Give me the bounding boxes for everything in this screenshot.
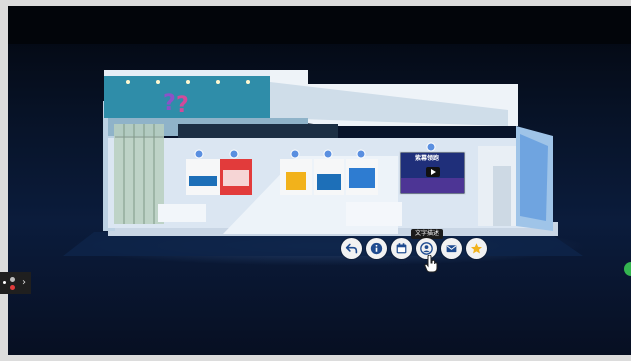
back-button[interactable] bbox=[341, 238, 362, 259]
video-title: 紫幕领跑 bbox=[415, 155, 440, 162]
calendar-button[interactable] bbox=[391, 238, 412, 259]
person-icon bbox=[420, 242, 433, 255]
status-indicator[interactable] bbox=[624, 262, 631, 276]
panel-dot-white bbox=[3, 281, 6, 284]
back-arrow-icon bbox=[345, 243, 358, 254]
svg-text:?: ? bbox=[176, 93, 189, 118]
mail-icon bbox=[446, 245, 457, 253]
panel-dot-grey bbox=[10, 277, 15, 282]
info-icon bbox=[370, 242, 383, 255]
calendar-icon bbox=[396, 243, 407, 254]
mail-button[interactable] bbox=[441, 238, 462, 259]
info-button[interactable] bbox=[366, 238, 387, 259]
panel-dot-red bbox=[10, 285, 15, 290]
vr-viewer[interactable]: ? ? 紫幕领跑 文字描述 bbox=[8, 6, 631, 355]
favorite-button[interactable] bbox=[466, 238, 487, 259]
chevron-right-icon: › bbox=[22, 277, 26, 288]
hand-cursor-icon bbox=[424, 255, 438, 273]
side-panel-toggle[interactable]: › bbox=[0, 272, 31, 294]
svg-text:?: ? bbox=[163, 91, 176, 116]
hotspot-toolbar bbox=[341, 238, 487, 260]
exhibition-booth-scene: ? ? bbox=[63, 70, 583, 256]
star-icon bbox=[470, 243, 483, 254]
